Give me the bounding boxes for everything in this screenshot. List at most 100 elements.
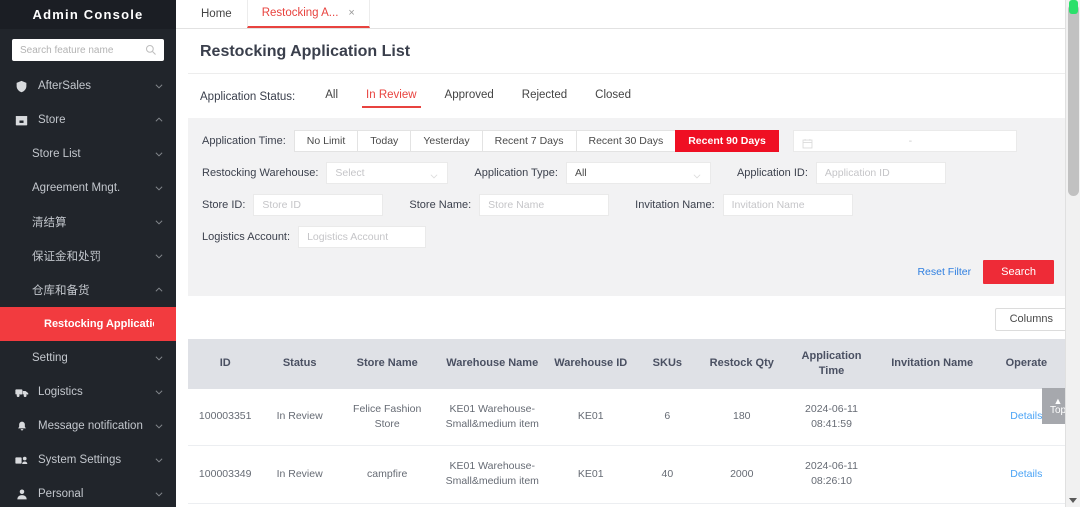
store-icon <box>14 113 29 128</box>
table-row: 100003347In ReviewLove Fashion Accessori… <box>188 503 1068 507</box>
status-tab-closed[interactable]: Closed <box>581 86 645 108</box>
chevron-up-icon[interactable] <box>154 115 164 125</box>
status-tab-approved[interactable]: Approved <box>431 86 508 108</box>
chevron-down-icon[interactable] <box>154 489 164 499</box>
calendar-icon <box>802 136 813 148</box>
chevron-down-icon[interactable] <box>154 81 164 91</box>
store-id-field[interactable] <box>253 194 384 216</box>
time-segment-no-limit[interactable]: No Limit <box>293 130 358 152</box>
logistics-account-field[interactable] <box>298 226 427 248</box>
time-segment-recent-90-days[interactable]: Recent 90 Days <box>675 130 779 152</box>
chevron-down-icon[interactable] <box>154 217 164 227</box>
application-time-segments: No Limit Today Yesterday Recent 7 Days Recen… <box>293 130 779 152</box>
filter-panel: Application Time: No Limit Today Yesterday… <box>188 118 1068 296</box>
chevron-down-icon[interactable] <box>154 455 164 465</box>
status-tab-all[interactable]: All <box>311 86 352 108</box>
search-box[interactable] <box>12 39 164 61</box>
sidebar-nav: AfterSales Store Store List Agreement Mngt.… <box>0 67 176 507</box>
sidebar-item-[interactable]: 仓库和备货 <box>0 273 176 307</box>
sidebar-item-message-notification[interactable]: Message notification <box>0 409 176 443</box>
store-name-label: Store Name: <box>409 199 472 211</box>
sidebar-item-label: Restocking Applications <box>44 318 154 330</box>
search-input[interactable] <box>12 39 164 61</box>
date-range-picker[interactable]: - <box>792 130 1017 152</box>
system-settings-icon <box>14 453 29 468</box>
chevron-down-icon[interactable] <box>154 183 164 193</box>
brand-title: Admin Console <box>0 0 176 29</box>
invitation-name-input[interactable] <box>731 199 844 211</box>
restocking-warehouse-select[interactable]: Select <box>326 162 449 184</box>
store-id-input[interactable] <box>262 199 375 211</box>
chevron-down-icon[interactable] <box>154 251 164 261</box>
browser-scrollbar[interactable] <box>1065 0 1080 507</box>
cell-id: 100003351 <box>188 388 263 447</box>
search-button[interactable]: Search <box>983 260 1054 284</box>
store-name-field[interactable] <box>479 194 610 216</box>
table-row: 100003351 In Review Felice Fashion Store KE… <box>188 388 1068 447</box>
cell-invitation-name <box>879 445 985 504</box>
logistics-account-label: Logistics Account: <box>202 231 291 243</box>
invitation-name-label: Invitation Name: <box>635 199 715 211</box>
logistics-account-input[interactable] <box>307 231 418 243</box>
sidebar-item-agreement-mngt[interactable]: Agreement Mngt. <box>0 171 176 205</box>
application-id-field[interactable] <box>815 162 946 184</box>
columns-button[interactable]: Columns <box>994 308 1068 331</box>
sidebar: Admin Console AfterSalesStoreStore ListA… <box>0 0 176 507</box>
application-time-label: Application Time: <box>202 135 286 147</box>
chevron-up-icon[interactable] <box>154 285 164 295</box>
status-tab-rejected[interactable]: Rejected <box>508 86 581 108</box>
details-link[interactable]: Details <box>1010 410 1042 422</box>
sidebar-item-logistics[interactable]: Logistics <box>0 375 176 409</box>
time-segment-yesterday[interactable]: Yesterday <box>410 130 482 152</box>
application-id-input[interactable] <box>824 167 937 179</box>
cell-warehouse-name: KE01 Warehouse-Small&medium item <box>437 445 547 504</box>
sidebar-item-restocking-applications[interactable]: Restocking Applications <box>0 307 176 341</box>
details-link[interactable]: Details <box>1010 468 1042 480</box>
application-type-select[interactable]: All <box>565 162 711 184</box>
application-id-label: Application ID: <box>736 167 808 179</box>
sidebar-item-store[interactable]: Store <box>0 103 176 137</box>
cell-store-name: campfire <box>336 445 438 504</box>
sidebar-item-label: Setting <box>32 352 68 364</box>
chevron-down-icon[interactable] <box>154 353 164 363</box>
invitation-name-field[interactable] <box>722 194 853 216</box>
cell-skus: 6 <box>634 388 701 447</box>
chevron-down-icon[interactable] <box>154 421 164 431</box>
columns-row: Columns <box>188 296 1068 339</box>
chevron-down-icon[interactable] <box>154 149 164 159</box>
close-icon[interactable]: × <box>348 7 354 19</box>
chevron-down-icon[interactable] <box>154 387 164 397</box>
store-id-label: Store ID: <box>202 199 246 211</box>
sidebar-item-label: Agreement Mngt. <box>32 182 121 194</box>
status-tab-in-review[interactable]: In Review <box>352 86 431 108</box>
cell-application-time: 2024-06-11 08:26:10 <box>783 445 880 504</box>
sidebar-item-aftersales[interactable]: AfterSales <box>0 69 176 103</box>
browser-scrollbar-thumb[interactable] <box>1068 4 1079 196</box>
reset-filter-link[interactable]: Reset Filter <box>917 266 971 278</box>
sidebar-item-[interactable]: 保证金和处罚 <box>0 239 176 273</box>
cell-store-name: Love Fashion Accessories Shop <box>336 503 438 507</box>
scrollbar-down-arrow-icon[interactable] <box>1069 498 1077 503</box>
sidebar-search-wrap <box>0 29 176 67</box>
filter-row-warehouse-type-id: Restocking Warehouse: Select Application… <box>202 162 1054 184</box>
time-segment-today[interactable]: Today <box>357 130 411 152</box>
sidebar-item-[interactable]: 清结算 <box>0 205 176 239</box>
sidebar-item-store-list[interactable]: Store List <box>0 137 176 171</box>
sidebar-item-label: Personal <box>38 488 84 500</box>
admin-console-app: Admin Console AfterSalesStoreStore ListA… <box>0 0 1080 507</box>
time-segment-recent-7-days[interactable]: Recent 7 Days <box>481 130 576 152</box>
store-name-input[interactable] <box>488 199 601 211</box>
sidebar-item-personal[interactable]: Personal <box>0 477 176 507</box>
sidebar-item-setting[interactable]: Setting <box>0 341 176 375</box>
application-type-value: All <box>574 167 587 179</box>
tab-restocking-a[interactable]: Restocking A... × <box>246 0 370 28</box>
cell-operate: Details <box>984 503 1068 507</box>
time-segment-recent-30-days[interactable]: Recent 30 Days <box>575 130 676 152</box>
application-status-label: Application Status: <box>200 91 296 103</box>
search-icon <box>145 43 157 55</box>
application-type-label: Application Type: <box>474 167 558 179</box>
sidebar-item-system-settings[interactable]: System Settings <box>0 443 176 477</box>
column-header-skus: SKUs <box>634 339 701 389</box>
tab-home[interactable]: Home <box>186 0 247 28</box>
sidebar-item-label: Message notification <box>38 420 143 432</box>
